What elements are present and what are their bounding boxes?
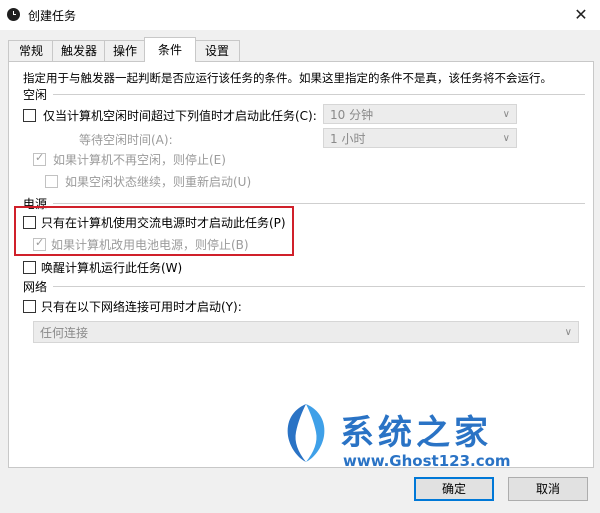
wake-computer-label: 唤醒计算机运行此任务(W) — [41, 261, 183, 275]
network-only-label: 只有在以下网络连接可用时才启动(Y): — [41, 300, 242, 314]
network-only-checkbox[interactable] — [23, 300, 36, 313]
window-title: 创建任务 — [28, 9, 77, 23]
idle-duration-value: 10 分钟 — [330, 108, 374, 122]
network-connection-select[interactable]: 任何连接 ∨ — [33, 321, 579, 343]
chevron-down-icon: ∨ — [502, 133, 510, 144]
restart-idle-checkbox[interactable] — [45, 175, 58, 188]
wait-duration-select[interactable]: 1 小时 ∨ — [323, 128, 517, 148]
watermark-logo-icon — [287, 404, 325, 462]
tab-triggers[interactable]: 触发器 — [52, 40, 106, 61]
idle-start-label: 仅当计算机空闲时间超过下列值时才启动此任务(C): — [43, 109, 317, 123]
network-connection-value: 任何连接 — [40, 326, 89, 340]
tab-general[interactable]: 常规 — [8, 40, 54, 61]
idle-start-checkbox[interactable] — [23, 109, 36, 122]
chevron-down-icon: ∨ — [564, 327, 572, 338]
restart-idle-label: 如果空闲状态继续，则重新启动(U) — [65, 175, 252, 189]
network-divider — [53, 286, 585, 287]
stop-if-not-idle-label: 如果计算机不再空闲，则停止(E) — [53, 153, 226, 167]
tab-actions[interactable]: 操作 — [104, 40, 146, 61]
idle-divider — [53, 94, 585, 95]
power-divider — [53, 203, 585, 204]
wait-duration-value: 1 小时 — [330, 132, 366, 146]
cancel-button[interactable]: 取消 — [508, 477, 588, 501]
watermark-brand: 系统之家 — [340, 413, 492, 453]
clock-icon — [7, 8, 20, 21]
watermark-url: www.Ghost123.com — [343, 452, 511, 470]
network-section-label: 网络 — [23, 280, 48, 294]
ok-button[interactable]: 确定 — [414, 477, 494, 501]
title-bar: 创建任务 ✕ — [0, 0, 600, 30]
highlight-box — [14, 206, 294, 256]
stop-if-not-idle-checkbox[interactable] — [33, 151, 46, 166]
close-button[interactable]: ✕ — [570, 4, 592, 26]
tab-settings[interactable]: 设置 — [194, 40, 240, 61]
chevron-down-icon: ∨ — [502, 109, 510, 120]
idle-duration-select[interactable]: 10 分钟 ∨ — [323, 104, 517, 124]
wait-idle-label: 等待空闲时间(A): — [79, 133, 173, 147]
idle-section-label: 空闲 — [23, 88, 48, 102]
wake-computer-checkbox[interactable] — [23, 261, 36, 274]
description-text: 指定用于与触发器一起判断是否应运行该任务的条件。如果这里指定的条件不是真，该任务… — [23, 71, 552, 85]
tab-conditions[interactable]: 条件 — [144, 37, 196, 62]
